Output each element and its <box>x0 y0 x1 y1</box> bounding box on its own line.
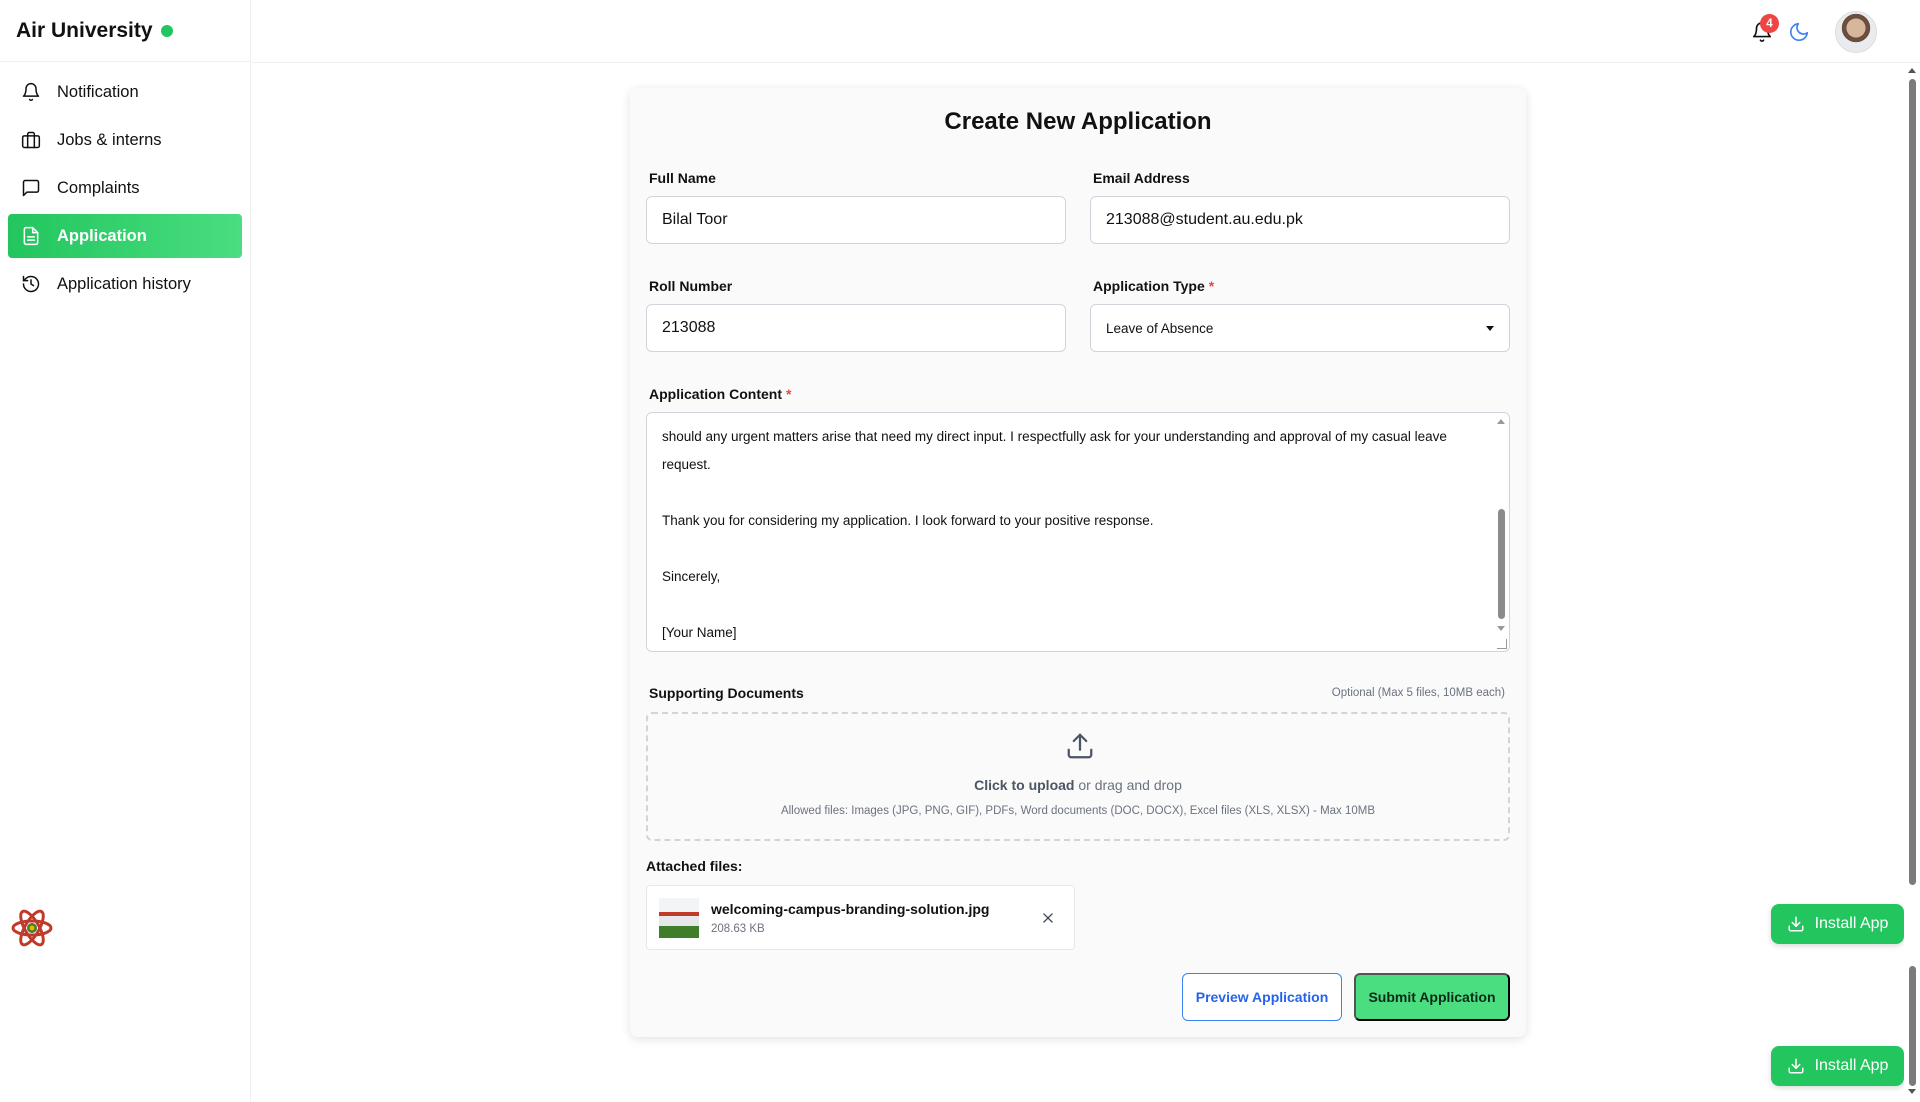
briefcase-icon <box>20 129 42 151</box>
file-upload-dropzone[interactable]: Click to upload or drag and drop Allowed… <box>646 712 1510 841</box>
sidebar-item-label: Complaints <box>57 178 140 197</box>
sidebar-item-application[interactable]: Application <box>8 214 242 258</box>
sidebar-item-label: Notification <box>57 82 139 101</box>
file-text-icon <box>20 225 42 247</box>
page-scroll-thumb[interactable] <box>1909 79 1916 885</box>
online-status-dot <box>160 24 173 37</box>
page-title: Create New Application <box>944 108 1212 135</box>
roll-number-label: Roll Number <box>649 278 733 294</box>
full-name-input[interactable]: Bilal Toor <box>646 196 1066 244</box>
moon-icon[interactable] <box>1788 21 1810 43</box>
email-label: Email Address <box>1093 170 1190 186</box>
textarea-scrollbar[interactable] <box>1496 416 1506 631</box>
content-line: should any urgent matters arise that nee… <box>662 429 1447 444</box>
application-content-label-text: Application Content <box>649 386 782 402</box>
sidebar: Air University Notification Jobs & inter… <box>0 0 251 1102</box>
application-content-text: should any urgent matters arise that nee… <box>647 413 1509 647</box>
content-line <box>662 535 1479 563</box>
resize-handle[interactable] <box>1497 639 1507 649</box>
bell-icon <box>20 81 42 103</box>
documents-optional-note: Optional (Max 5 files, 10MB each) <box>1331 687 1505 699</box>
preview-application-button[interactable]: Preview Application <box>1182 973 1342 1021</box>
application-type-label-text: Application Type <box>1093 278 1205 294</box>
install-app-label: Install App <box>1814 915 1889 932</box>
file-size: 208.63 KB <box>711 923 765 935</box>
roll-number-value: 213088 <box>662 319 716 336</box>
page-scroll-thumb[interactable] <box>1909 966 1916 1086</box>
create-application-card: Create New Application Full Name Bilal T… <box>630 88 1526 1037</box>
textarea-scroll-thumb[interactable] <box>1498 509 1505 619</box>
install-app-button[interactable]: Install App <box>1771 904 1904 944</box>
file-thumbnail <box>659 898 699 938</box>
email-value: 213088@student.au.edu.pk <box>1106 211 1303 228</box>
allowed-files-text: Allowed files: Images (JPG, PNG, GIF), P… <box>780 805 1376 817</box>
file-name: welcoming-campus-branding-solution.jpg <box>711 901 990 917</box>
brand: Air University <box>0 0 250 62</box>
application-type-label: Application Type * <box>1093 278 1214 294</box>
attached-files-title: Attached files: <box>646 858 743 874</box>
required-mark: * <box>786 386 792 402</box>
scroll-down-arrow-icon[interactable] <box>1497 626 1505 631</box>
content-line <box>662 591 1479 619</box>
upload-icon <box>1065 731 1095 761</box>
sidebar-item-application-history[interactable]: Application history <box>8 262 242 306</box>
content-line <box>662 479 1479 507</box>
full-name-value: Bilal Toor <box>662 211 728 228</box>
sidebar-item-jobs[interactable]: Jobs & interns <box>8 118 242 162</box>
application-type-select[interactable]: Leave of Absence <box>1090 304 1510 352</box>
upload-instructions: Click to upload or drag and drop <box>648 777 1508 793</box>
message-square-icon <box>20 177 42 199</box>
sidebar-item-label: Application history <box>57 274 191 293</box>
scroll-up-arrow-icon[interactable] <box>1497 419 1505 424</box>
application-content-label: Application Content * <box>649 386 791 402</box>
avatar[interactable] <box>1835 11 1877 53</box>
application-content-textarea[interactable]: should any urgent matters arise that nee… <box>646 412 1510 652</box>
content-line: request. <box>662 457 711 472</box>
full-name-label: Full Name <box>649 170 716 186</box>
scroll-up-arrow-icon[interactable] <box>1908 68 1916 73</box>
content-line: Thank you for considering my application… <box>662 513 1154 528</box>
submit-application-button[interactable]: Submit Application <box>1354 973 1510 1021</box>
required-mark: * <box>1208 278 1215 294</box>
drag-drop-text: or drag and drop <box>1074 777 1182 793</box>
supporting-documents-label: Supporting Documents <box>649 685 804 701</box>
install-app-button[interactable]: Install App <box>1771 1046 1904 1086</box>
click-to-upload-link[interactable]: Click to upload <box>974 777 1074 793</box>
sidebar-nav: Notification Jobs & interns Complaints A… <box>0 62 250 318</box>
brand-name: Air University <box>16 18 153 42</box>
sidebar-item-complaints[interactable]: Complaints <box>8 166 242 210</box>
topbar <box>251 0 1920 63</box>
sidebar-item-label: Application <box>57 226 147 245</box>
attached-file-item: welcoming-campus-branding-solution.jpg 2… <box>646 885 1075 950</box>
notification-count-badge: 4 <box>1760 14 1779 33</box>
install-app-label: Install App <box>1814 1057 1889 1074</box>
roll-number-input[interactable]: 213088 <box>646 304 1066 352</box>
sidebar-item-notification[interactable]: Notification <box>8 70 242 114</box>
sidebar-item-label: Jobs & interns <box>57 130 162 149</box>
history-icon <box>20 273 42 295</box>
react-devtools-icon[interactable] <box>10 906 54 950</box>
email-input[interactable]: 213088@student.au.edu.pk <box>1090 196 1510 244</box>
close-icon[interactable] <box>1038 908 1058 928</box>
chevron-down-icon <box>1486 325 1494 331</box>
download-icon <box>1788 916 1804 932</box>
application-type-value: Leave of Absence <box>1106 320 1214 336</box>
page-scrollbar[interactable] <box>1904 63 1920 1102</box>
content-line: [Your Name] <box>662 625 737 640</box>
content-line: Sincerely, <box>662 569 721 584</box>
download-icon <box>1788 1058 1804 1074</box>
scroll-down-arrow-icon[interactable] <box>1908 1089 1916 1094</box>
